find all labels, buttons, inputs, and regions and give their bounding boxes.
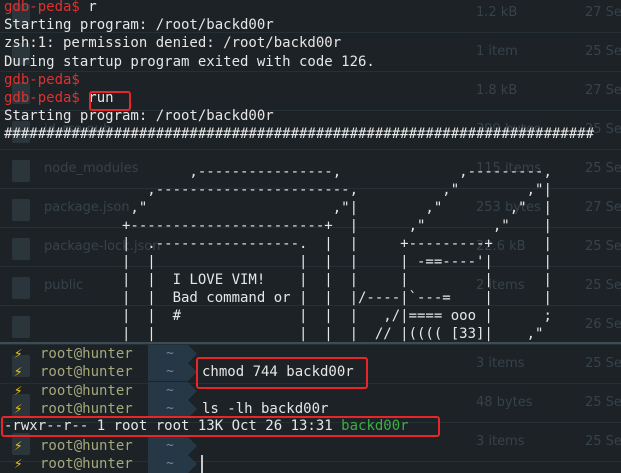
highlight-chmod-command [196, 357, 368, 389]
ascii-art-banner: ,----------------, ,---------, ,--------… [0, 145, 621, 343]
gdb-text: Starting program: /root/backd00r [4, 17, 274, 34]
prompt-user-host: root@hunter [40, 437, 133, 454]
prompt-user-host: root@hunter [40, 346, 133, 362]
terminal-cursor[interactable] [201, 454, 203, 473]
gdb-prompt: gdb-peda$ [4, 90, 80, 106]
shell-prompt-row[interactable]: ⚡ root@hunter ~ [0, 454, 621, 473]
ascii-art-line: ," ,"| ," ," | [4, 200, 552, 216]
gdb-line: gdb-peda$ [4, 71, 80, 89]
prompt-dir: ~ [166, 382, 174, 398]
prompt-user-host: root@hunter [40, 364, 133, 381]
prompt-dir: ~ [166, 346, 174, 361]
ascii-art-line: | | # | | | ,/|==== ooo | ; [4, 308, 552, 324]
lightning-bolt-icon: ⚡ [14, 437, 23, 454]
gdb-line: Starting program: /root/backd00r [4, 107, 274, 125]
gdb-line: Starting program: /root/backd00r [4, 16, 274, 34]
ascii-art-line: ,-----------------------, ," ,"| [4, 182, 552, 198]
prompt-user-host: root@hunter [40, 382, 133, 399]
prompt-user-host: root@hunter [40, 455, 133, 472]
prompt-dir: ~ [166, 455, 174, 471]
gdb-prompt: gdb-peda$ [4, 71, 80, 88]
gdb-prompt: gdb-peda$ [4, 0, 80, 15]
highlight-run-command [89, 91, 131, 111]
gdb-line: gdb-peda$ r [4, 0, 97, 16]
ascii-art-line: | | | | | // |(((( [33]| ," [4, 326, 544, 342]
shell-prompt-row[interactable]: ⚡ root@hunter ~ [0, 436, 621, 455]
prompt-dir: ~ [166, 364, 174, 380]
ascii-art-line: +-----------------------+ | ," ," | [4, 218, 552, 234]
highlight-ls-output [1, 416, 440, 437]
gdb-line: zsh:1: permission denied: /root/backd00r [4, 34, 341, 52]
prompt-dir: ~ [166, 437, 174, 453]
gdb-text: r [79, 0, 97, 15]
powerline-arrow-icon [188, 436, 197, 455]
lightning-bolt-icon: ⚡ [14, 364, 23, 381]
gdb-line: During startup program exited with code … [4, 53, 375, 71]
gdb-text: zsh:1: permission denied: /root/backd00r [4, 35, 342, 52]
gdb-text: During startup program exited with code … [4, 53, 375, 70]
gdb-line: ########################################… [4, 125, 594, 143]
ascii-art-line: | .-----------------. | | +---------+ | [4, 236, 552, 252]
lightning-bolt-icon: ⚡ [14, 346, 23, 362]
ascii-art-line: ,----------------, ,---------, [4, 164, 552, 180]
gdb-text: ########################################… [4, 126, 595, 143]
ascii-art-line: | | Bad command or | | |/----|`---= | | [4, 290, 552, 306]
gdb-text: Starting program: /root/backd00r [4, 108, 274, 125]
powerline-arrow-icon [188, 454, 197, 473]
ascii-art-line: | | I LOVE VIM! | | | | | | [4, 272, 552, 288]
lightning-bolt-icon: ⚡ [14, 455, 23, 472]
lightning-bolt-icon: ⚡ [14, 382, 23, 399]
ascii-art-line: | | | | | | -==----'| | [4, 254, 552, 270]
